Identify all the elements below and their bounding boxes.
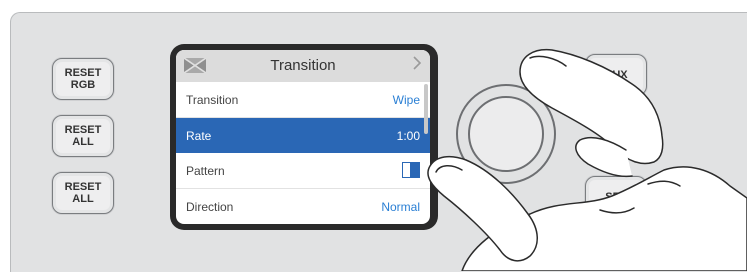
hand-illustration [427,48,747,271]
